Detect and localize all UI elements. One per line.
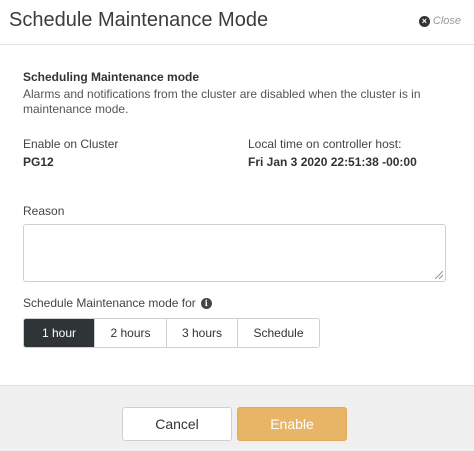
close-label[interactable]: Close	[433, 15, 461, 27]
dialog-footer: Cancel Enable	[0, 385, 474, 451]
duration-option-schedule[interactable]: Schedule	[238, 319, 319, 347]
reason-textarea[interactable]	[23, 224, 446, 282]
duration-option-2-hours[interactable]: 2 hours	[95, 319, 167, 347]
duration-segmented-control: 1 hour 2 hours 3 hours Schedule	[23, 318, 320, 348]
duration-option-1-hour[interactable]: 1 hour	[24, 319, 95, 347]
dialog-title: Schedule Maintenance Mode	[9, 9, 269, 31]
dialog-header: Schedule Maintenance Mode × Close	[0, 0, 474, 45]
cluster-info: Enable on Cluster PG12	[23, 137, 118, 169]
info-icon[interactable]: i	[200, 297, 212, 309]
local-time-info: Local time on controller host: Fri Jan 3…	[248, 137, 417, 169]
close-button[interactable]: × Close	[418, 15, 461, 27]
schedule-label: Schedule Maintenance mode for	[23, 296, 196, 310]
resize-handle[interactable]	[435, 271, 443, 279]
local-time-value: Fri Jan 3 2020 22:51:38 -00:00	[248, 155, 417, 169]
local-time-label: Local time on controller host:	[248, 137, 402, 151]
schedule-maintenance-dialog: Schedule Maintenance Mode × Close Schedu…	[0, 0, 474, 451]
cancel-button[interactable]: Cancel	[122, 407, 232, 441]
close-icon[interactable]: ×	[418, 15, 430, 27]
enable-button[interactable]: Enable	[237, 407, 347, 441]
cluster-label: Enable on Cluster	[23, 137, 119, 151]
info-section: Scheduling Maintenance mode Alarms and n…	[23, 70, 453, 117]
cluster-value: PG12	[23, 155, 54, 169]
reason-label: Reason	[23, 204, 65, 218]
schedule-label-row: Schedule Maintenance mode for i	[23, 296, 212, 310]
duration-option-3-hours[interactable]: 3 hours	[167, 319, 238, 347]
info-description: Alarms and notifications from the cluste…	[23, 87, 421, 116]
info-title: Scheduling Maintenance mode	[23, 70, 200, 84]
